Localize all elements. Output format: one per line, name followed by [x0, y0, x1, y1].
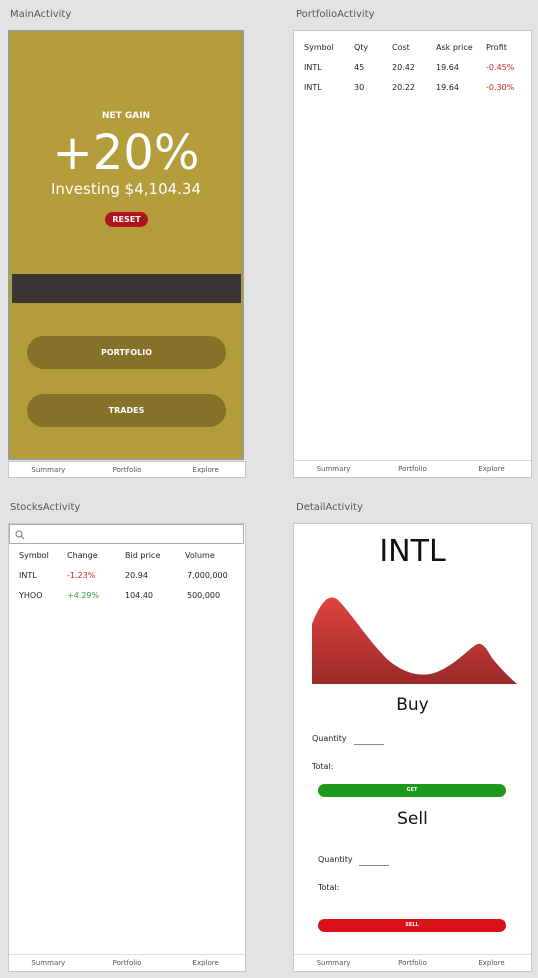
buy-heading: Buy	[396, 695, 429, 715]
price-chart	[312, 597, 517, 684]
cell-symbol: INTL	[19, 570, 37, 580]
reset-button[interactable]: RESET	[105, 212, 148, 227]
sell-quantity-field[interactable]	[359, 865, 389, 866]
stocks-activity-label: StocksActivity	[10, 502, 81, 513]
cell-change: -1.23%	[67, 570, 96, 580]
buy-quantity-label: Quantity	[312, 734, 347, 743]
col-profit: Profit	[486, 42, 507, 52]
investing-amount: Investing $4,104.34	[50, 180, 202, 198]
nav-summary[interactable]: Summary	[294, 465, 373, 473]
portfolio-table: Symbol Qty Cost Ask price Profit INTL 45…	[304, 37, 526, 97]
table-row[interactable]: INTL 30 20.22 19.64 -0.30%	[304, 77, 526, 97]
nav-summary[interactable]: Summary	[9, 959, 88, 967]
portfolio-activity-label: PortfolioActivity	[296, 9, 375, 20]
detail-activity-label: DetailActivity	[296, 502, 363, 513]
cell-profit: -0.45%	[486, 62, 515, 72]
nav-explore[interactable]: Explore	[452, 959, 531, 967]
col-volume: Volume	[185, 550, 215, 560]
cell-change: +4.29%	[67, 590, 100, 600]
col-symbol: Symbol	[19, 550, 49, 560]
sell-total-label: Total:	[318, 883, 340, 892]
main-activity-label: MainActivity	[10, 9, 72, 20]
cell-symbol: INTL	[304, 82, 322, 92]
cell-cost: 20.42	[392, 62, 415, 72]
table-header: Symbol Change Bid price Volume	[19, 545, 245, 565]
cell-bid-price: 20.94	[125, 570, 148, 580]
sell-button[interactable]: SELL	[318, 919, 506, 932]
col-qty: Qty	[354, 42, 369, 52]
cell-cost: 20.22	[392, 82, 415, 92]
bottom-nav: Summary Portfolio Explore	[9, 954, 245, 971]
cell-symbol: YHOO	[19, 590, 43, 600]
stocks-table: Symbol Change Bid price Volume INTL -1.2…	[19, 545, 245, 605]
nav-explore[interactable]: Explore	[452, 465, 531, 473]
nav-explore[interactable]: Explore	[166, 959, 245, 967]
table-row[interactable]: YHOO +4.29% 104.40 500,000	[19, 585, 245, 605]
trades-button[interactable]: TRADES	[27, 394, 226, 427]
get-button[interactable]: GET	[318, 784, 506, 797]
nav-portfolio[interactable]: Portfolio	[373, 959, 452, 967]
nav-summary[interactable]: Summary	[9, 466, 88, 474]
stock-symbol-title: INTL	[379, 534, 446, 569]
stocks-activity-screen: Symbol Change Bid price Volume INTL -1.2…	[8, 523, 246, 972]
cell-bid-price: 104.40	[125, 590, 153, 600]
nav-portfolio[interactable]: Portfolio	[373, 465, 452, 473]
cell-volume: 500,000	[187, 590, 221, 600]
price-area	[312, 597, 517, 684]
table-header: Symbol Qty Cost Ask price Profit	[304, 37, 526, 57]
dark-bar	[12, 274, 241, 303]
cell-volume: 7,000,000	[187, 570, 228, 580]
nav-explore[interactable]: Explore	[166, 466, 245, 474]
portfolio-activity-screen: Symbol Qty Cost Ask price Profit INTL 45…	[293, 30, 532, 478]
cell-qty: 45	[354, 62, 365, 72]
sell-heading: Sell	[397, 809, 428, 829]
portfolio-button[interactable]: PORTFOLIO	[27, 336, 226, 369]
gain-percentage: +20%	[52, 125, 200, 181]
nav-summary[interactable]: Summary	[294, 959, 373, 967]
nav-portfolio[interactable]: Portfolio	[88, 959, 167, 967]
cell-ask-price: 19.64	[436, 82, 459, 92]
net-gain-label: NET GAIN	[101, 111, 151, 121]
buy-total-label: Total:	[312, 762, 334, 771]
nav-portfolio[interactable]: Portfolio	[88, 466, 167, 474]
table-row[interactable]: INTL -1.23% 20.94 7,000,000	[19, 565, 245, 585]
table-row[interactable]: INTL 45 20.42 19.64 -0.45%	[304, 57, 526, 77]
bottom-nav: Summary Portfolio Explore	[294, 460, 531, 477]
bottom-nav: Summary Portfolio Explore	[8, 461, 246, 478]
main-panel: NET GAIN +20% Investing $4,104.34 RESET …	[8, 30, 244, 460]
col-bid-price: Bid price	[125, 550, 161, 560]
cell-symbol: INTL	[304, 62, 322, 72]
search-icon	[15, 530, 25, 540]
cell-qty: 30	[354, 82, 365, 92]
main-activity-screen: NET GAIN +20% Investing $4,104.34 RESET …	[8, 30, 246, 478]
col-ask-price: Ask price	[436, 42, 473, 52]
col-cost: Cost	[392, 42, 410, 52]
buy-quantity-field[interactable]	[354, 744, 384, 745]
detail-activity-screen: INTL Buy Quantity Total: GET Sell Quanti…	[293, 523, 532, 972]
search-input[interactable]	[9, 524, 244, 544]
col-symbol: Symbol	[304, 42, 334, 52]
cell-profit: -0.30%	[486, 82, 515, 92]
sell-quantity-label: Quantity	[318, 855, 353, 864]
col-change: Change	[67, 550, 98, 560]
cell-ask-price: 19.64	[436, 62, 459, 72]
bottom-nav: Summary Portfolio Explore	[294, 954, 531, 971]
